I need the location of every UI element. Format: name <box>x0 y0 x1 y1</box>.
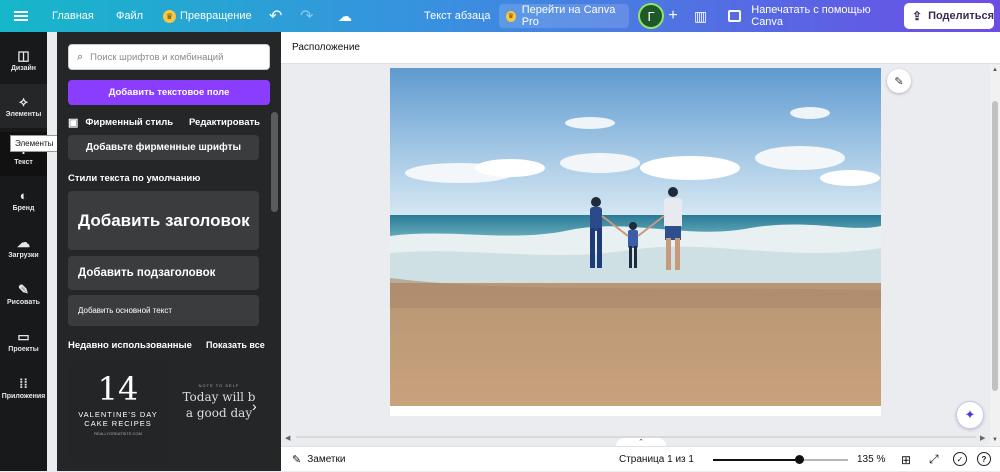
brand-kit-icon: ▣ <box>68 116 79 129</box>
beach-photo-image <box>390 68 881 406</box>
recent-template-card[interactable]: NOTE TO SELF Today will b a good day <box>176 383 262 443</box>
rail-item-label: Бренд <box>12 204 35 212</box>
help-icon[interactable]: ? <box>977 452 991 466</box>
context-toolbar: Расположение <box>281 32 1000 64</box>
avatar[interactable]: Г <box>638 3 664 29</box>
menu-icon[interactable] <box>14 0 32 32</box>
layout-icon: ◫ <box>17 47 30 63</box>
rail-item-draw[interactable]: ✎ Рисовать <box>0 272 47 316</box>
scroll-down-icon[interactable]: ▼ <box>992 437 998 443</box>
notes-label: Заметки <box>307 454 346 465</box>
add-comment-icon[interactable]: ✎ <box>887 69 911 93</box>
brand-icon: ◐ <box>19 187 28 203</box>
edit-brand-link[interactable]: Редактировать <box>189 117 260 128</box>
template-line: REALLYGREATSITE.COM <box>94 431 142 436</box>
rail-item-brand[interactable]: ◐ Бренд <box>0 178 47 222</box>
pen-icon: ✎ <box>18 281 29 297</box>
template-line: Today will b <box>182 390 256 404</box>
template-line: CAKE RECIPES <box>84 419 152 428</box>
chevron-right-icon[interactable]: › <box>252 398 257 414</box>
rail-item-label: Рисовать <box>7 298 40 306</box>
redo-icon[interactable]: ↷ <box>300 0 313 32</box>
search-icon: ⌕ <box>77 50 84 63</box>
rail-item-label: Дизайн <box>10 64 37 72</box>
share-button[interactable]: ⇪ Поделиться <box>904 3 994 29</box>
position-button[interactable]: Расположение <box>292 42 360 53</box>
crown-icon: ♛ <box>506 10 516 22</box>
bottom-bar: ✎ Заметки Страница 1 из 1 135 % ⊞ ⤢ ✓ ? <box>281 446 1000 471</box>
scroll-right-icon[interactable]: ▶ <box>980 434 985 442</box>
template-line: a good day <box>185 406 253 420</box>
add-heading-button[interactable]: Добавить заголовок <box>68 191 259 250</box>
undo-icon[interactable]: ↶ <box>269 0 282 32</box>
add-collaborator-icon[interactable]: + <box>666 0 680 32</box>
document-title[interactable]: Текст абзаца <box>424 0 491 32</box>
apps-grid-icon: ⁞⁞ <box>19 375 28 391</box>
zoom-value[interactable]: 135 % <box>857 447 885 472</box>
check-icon[interactable]: ✓ <box>953 452 967 466</box>
grid-view-icon[interactable]: ⊞ <box>901 447 911 472</box>
rail-item-label: Приложения <box>1 392 46 400</box>
rail-item-elements[interactable]: ⟡ Элементы <box>0 84 47 128</box>
rail-item-projects[interactable]: ▭ Проекты <box>0 319 47 363</box>
show-all-link[interactable]: Показать все <box>206 340 265 350</box>
print-label: Напечатать с помощью Canva <box>751 4 871 28</box>
resize-label: Превращение <box>180 10 252 22</box>
file-menu[interactable]: Файл <box>116 0 143 32</box>
upload-cloud-icon: ☁ <box>17 234 30 250</box>
search-input[interactable]: ⌕ Поиск шрифтов и комбинаций <box>68 44 270 70</box>
share-upload-icon: ⇪ <box>912 9 923 23</box>
add-body-text-button[interactable]: Добавить основной текст <box>68 295 259 326</box>
vertical-scrollbar[interactable]: ▲ ▼ <box>990 65 1000 446</box>
recent-template-card[interactable]: 14 VALENTINE'S DAY CAKE RECIPES REALLYGR… <box>68 362 168 462</box>
add-brand-fonts-button[interactable]: Добавьте фирменные шрифты <box>68 135 259 160</box>
magic-sparkle-icon[interactable]: ✦ <box>956 401 984 429</box>
canva-pro-label: Перейти на Canva Pro <box>521 4 616 28</box>
template-number: 14 <box>97 370 139 408</box>
resize-button[interactable]: ♛ Превращение <box>163 0 252 32</box>
cloud-saved-icon[interactable]: ☁ <box>338 0 352 32</box>
scrollbar-thumb[interactable] <box>992 101 998 391</box>
home-link[interactable]: Главная <box>52 0 94 32</box>
zoom-knob[interactable] <box>795 454 805 464</box>
share-label: Поделиться <box>928 10 995 22</box>
add-subheading-button[interactable]: Добавить подзаголовок <box>68 256 259 290</box>
rail-item-apps[interactable]: ⁞⁞ Приложения <box>0 366 47 410</box>
scroll-left-icon[interactable]: ◀ <box>285 434 290 442</box>
notes-button[interactable]: ✎ Заметки <box>292 447 345 472</box>
page-indicator[interactable]: Страница 1 из 1 <box>619 447 694 472</box>
shapes-icon: ⟡ <box>19 93 28 109</box>
zoom-slider[interactable] <box>713 447 848 472</box>
crown-icon: ♛ <box>163 9 176 23</box>
folder-icon: ▭ <box>17 328 30 344</box>
truck-icon <box>728 10 742 22</box>
canva-pro-button[interactable]: ♛ Перейти на Canva Pro <box>499 4 629 28</box>
panel-scrollbar[interactable] <box>271 112 278 212</box>
print-button[interactable]: Напечатать с помощью Canva <box>722 3 894 29</box>
rail-item-label: Проекты <box>8 345 39 353</box>
add-text-box-button[interactable]: Добавить текстовое поле <box>68 80 270 105</box>
default-styles-title: Стили текста по умолчанию <box>68 173 201 184</box>
rail-item-label: Загрузки <box>8 251 39 259</box>
template-line: NOTE TO SELF <box>198 383 240 388</box>
rail-item-label: Текст <box>14 158 33 166</box>
notes-icon: ✎ <box>292 454 302 466</box>
top-bar: Главная Файл ♛ Превращение ↶ ↷ ☁ Текст а… <box>0 0 1000 32</box>
rail-item-label: Элементы <box>5 110 42 118</box>
fullscreen-icon[interactable]: ⤢ <box>929 447 939 472</box>
tooltip: Элементы <box>10 135 59 152</box>
zoom-fill <box>713 458 800 461</box>
recent-title: Недавно использованные <box>68 340 192 351</box>
beach-family-photo[interactable] <box>390 68 881 406</box>
left-rail: ◫ Дизайн ⟡ Элементы T Текст ◐ Бренд ☁ За… <box>0 32 47 471</box>
brand-style-label: Фирменный стиль <box>85 116 174 128</box>
rail-item-uploads[interactable]: ☁ Загрузки <box>0 225 47 269</box>
template-line: VALENTINE'S DAY <box>78 410 158 419</box>
zoom-track <box>713 454 848 464</box>
rail-item-design[interactable]: ◫ Дизайн <box>0 38 47 82</box>
scroll-up-icon[interactable]: ▲ <box>992 67 998 73</box>
search-placeholder: Поиск шрифтов и комбинаций <box>90 51 224 63</box>
analytics-icon[interactable]: ▥ <box>694 0 707 32</box>
brand-style-row: ▣ Фирменный стиль Редактировать <box>68 114 260 130</box>
